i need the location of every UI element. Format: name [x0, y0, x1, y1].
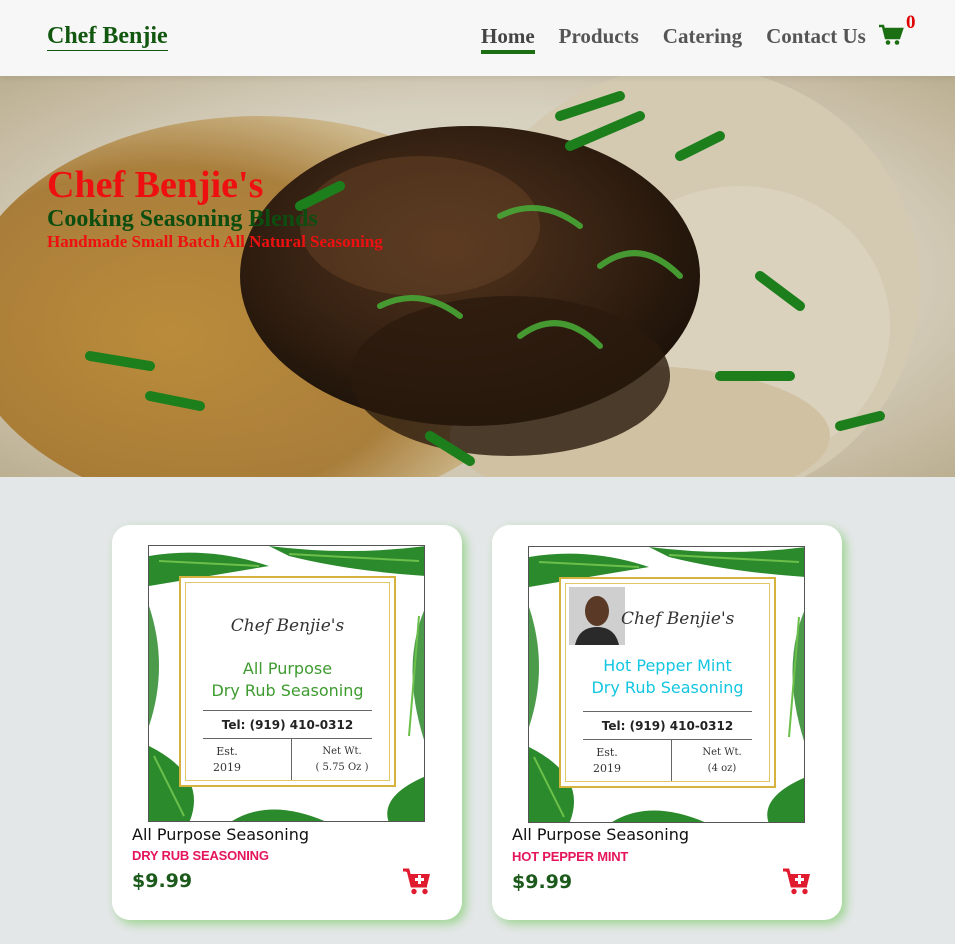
brand-link[interactable]: Chef Benjie [47, 22, 168, 51]
label-brand-text: Chef Benjie's [621, 609, 735, 629]
label-product-name: All Purpose Dry Rub Seasoning [211, 659, 364, 700]
product-price: $9.99 [512, 871, 573, 893]
product-title[interactable]: All Purpose Seasoning [512, 825, 689, 844]
product-card[interactable]: Chef Benjie's Hot Pepper Mint Dry Rub Se… [492, 525, 842, 920]
chef-photo [569, 587, 625, 645]
hero-title: Chef Benjie's [47, 164, 264, 206]
hero-banner: Chef Benjie's Cooking Seasoning Blends H… [0, 76, 955, 477]
label-established: Est. 2019 [213, 745, 241, 774]
label-net-weight: Net Wt. ( 5.75 Oz ) [315, 746, 369, 773]
label-frame: Chef Benjie's Hot Pepper Mint Dry Rub Se… [559, 577, 776, 788]
hero-text-block: Chef Benjie's Cooking Seasoning Blends H… [47, 164, 383, 252]
product-subtitle: DRY RUB SEASONING [132, 848, 269, 863]
label-product-name: Hot Pepper Mint Dry Rub Seasoning [591, 656, 744, 697]
label-established: Est. 2019 [593, 746, 621, 775]
product-card[interactable]: Chef Benjie's All Purpose Dry Rub Season… [112, 525, 462, 920]
product-title[interactable]: All Purpose Seasoning [132, 825, 309, 844]
product-subtitle: HOT PEPPER MINT [512, 849, 629, 864]
product-price: $9.99 [132, 870, 193, 892]
add-to-cart-button[interactable] [782, 868, 814, 898]
cart-button[interactable]: 0 [878, 12, 918, 50]
nav-catering-link[interactable]: Catering [663, 22, 742, 54]
label-net-weight: Net Wt. (4 oz) [702, 747, 742, 774]
product-image[interactable]: Chef Benjie's All Purpose Dry Rub Season… [148, 545, 425, 822]
nav-home-link[interactable]: Home [481, 22, 535, 54]
add-to-cart-button[interactable] [402, 868, 434, 898]
label-telephone: Tel: (919) 410-0312 [601, 719, 734, 733]
nav-links: Home Products Catering Contact Us [481, 22, 890, 54]
label-telephone: Tel: (919) 410-0312 [221, 718, 354, 732]
label-frame: Chef Benjie's All Purpose Dry Rub Season… [179, 576, 396, 787]
label-brand-text: Chef Benjie's [230, 616, 345, 636]
navbar: Chef Benjie Home Products Catering Conta… [0, 0, 955, 76]
hero-tagline: Handmade Small Batch All Natural Seasoni… [47, 232, 383, 251]
nav-contact-link[interactable]: Contact Us [766, 22, 866, 54]
hero-food-image [0, 76, 955, 477]
cart-plus-icon [403, 868, 430, 895]
cart-count-badge: 0 [906, 12, 916, 33]
product-image[interactable]: Chef Benjie's Hot Pepper Mint Dry Rub Se… [528, 546, 805, 823]
cart-plus-icon [783, 868, 810, 895]
hero-subtitle: Cooking Seasoning Blends [47, 206, 318, 232]
nav-products-link[interactable]: Products [559, 22, 639, 54]
shopping-cart-icon [879, 24, 904, 45]
